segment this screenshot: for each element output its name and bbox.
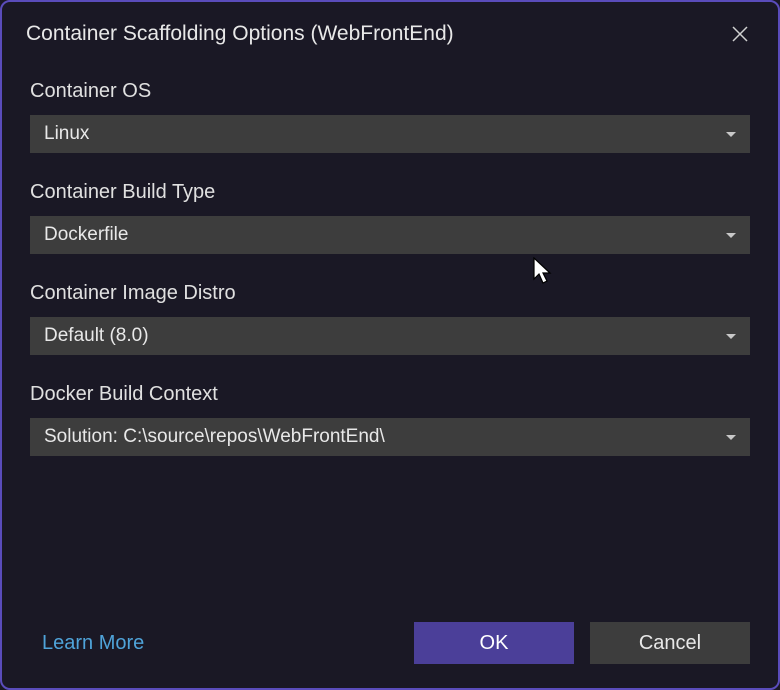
docker-build-context-dropdown[interactable]: Solution: C:\source\repos\WebFrontEnd\ <box>30 418 750 456</box>
chevron-down-icon <box>726 233 736 238</box>
docker-build-context-value: Solution: C:\source\repos\WebFrontEnd\ <box>44 426 385 448</box>
ok-button[interactable]: OK <box>414 622 574 664</box>
close-button[interactable] <box>726 20 754 48</box>
scaffolding-options-dialog: Container Scaffolding Options (WebFrontE… <box>0 0 780 690</box>
learn-more-link[interactable]: Learn More <box>42 632 144 655</box>
cancel-button[interactable]: Cancel <box>590 622 750 664</box>
container-image-distro-field: Container Image Distro Default (8.0) <box>30 282 750 355</box>
footer-buttons: OK Cancel <box>414 622 750 664</box>
dialog-footer: Learn More OK Cancel <box>2 622 778 688</box>
container-build-type-value: Dockerfile <box>44 224 128 246</box>
close-icon <box>731 25 749 43</box>
container-build-type-field: Container Build Type Dockerfile <box>30 181 750 254</box>
container-build-type-dropdown[interactable]: Dockerfile <box>30 216 750 254</box>
container-build-type-label: Container Build Type <box>30 181 750 204</box>
container-image-distro-label: Container Image Distro <box>30 282 750 305</box>
dialog-content: Container OS Linux Container Build Type … <box>2 60 778 622</box>
titlebar: Container Scaffolding Options (WebFrontE… <box>2 2 778 60</box>
container-os-label: Container OS <box>30 80 750 103</box>
container-os-value: Linux <box>44 123 89 145</box>
container-image-distro-value: Default (8.0) <box>44 325 149 347</box>
container-os-field: Container OS Linux <box>30 80 750 153</box>
docker-build-context-label: Docker Build Context <box>30 383 750 406</box>
chevron-down-icon <box>726 132 736 137</box>
docker-build-context-field: Docker Build Context Solution: C:\source… <box>30 383 750 456</box>
chevron-down-icon <box>726 334 736 339</box>
dialog-title: Container Scaffolding Options (WebFrontE… <box>26 22 454 46</box>
container-os-dropdown[interactable]: Linux <box>30 115 750 153</box>
container-image-distro-dropdown[interactable]: Default (8.0) <box>30 317 750 355</box>
chevron-down-icon <box>726 435 736 440</box>
